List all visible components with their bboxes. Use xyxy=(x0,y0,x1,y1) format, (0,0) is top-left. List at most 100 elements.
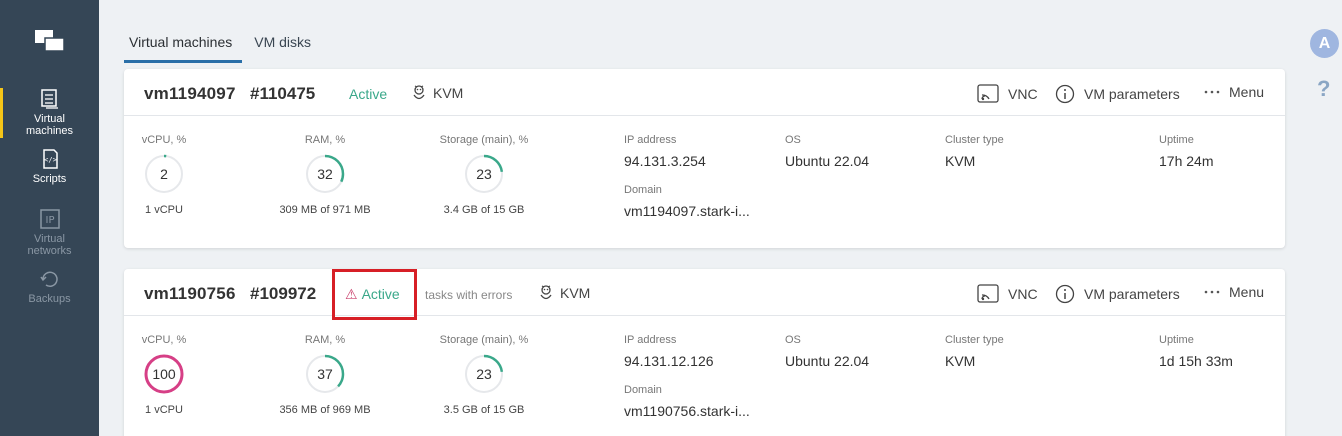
scripts-icon: </> xyxy=(42,149,58,169)
storage-value: 23 xyxy=(476,366,492,382)
uptime-label: Uptime xyxy=(1159,334,1194,346)
vnc-button[interactable]: VNC xyxy=(977,84,1038,104)
vcpu-metric: vCPU, % 100 1 vCPU xyxy=(124,334,204,416)
vm-parameters-button[interactable]: VM parameters xyxy=(1055,284,1180,304)
tasks-errors-note[interactable]: tasks with errors xyxy=(425,288,512,302)
vm-parameters-label: VM parameters xyxy=(1084,86,1180,102)
uptime-label: Uptime xyxy=(1159,134,1194,146)
uptime-value: 17h 24m xyxy=(1159,153,1214,169)
storage-usage: 3.4 GB of 15 GB xyxy=(443,204,525,216)
sidebar-item-virtual-networks[interactable]: IP Virtual networks xyxy=(0,208,99,257)
vm-card: vm1190756 #109972 ⚠ Active tasks with err… xyxy=(124,269,1285,436)
ip-info: IP address 94.131.12.126 xyxy=(624,334,714,369)
vnc-button[interactable]: VNC xyxy=(977,284,1038,304)
menu-label: Menu xyxy=(1229,284,1265,300)
vcpu-metric: vCPU, % 2 1 vCPU xyxy=(124,134,204,216)
cluster-label: Cluster type xyxy=(945,334,1004,346)
ram-value: 37 xyxy=(317,366,333,382)
vm-card: vm1194097 #110475 Active KVM VNC VM para… xyxy=(124,69,1285,248)
info-icon xyxy=(1055,84,1075,104)
ram-metric: RAM, % 32 309 MB of 971 MB xyxy=(264,134,386,216)
backups-icon xyxy=(39,271,58,287)
help-icon[interactable]: ? xyxy=(1317,76,1330,102)
more-icon xyxy=(1204,90,1220,94)
domain-label: Domain xyxy=(624,384,662,396)
uptime-info: Uptime 17h 24m xyxy=(1159,134,1213,169)
vm-parameters-button[interactable]: VM parameters xyxy=(1055,84,1180,104)
app-logo[interactable] xyxy=(35,30,65,52)
vcpu-count: 1 vCPU xyxy=(145,404,183,416)
storage-metric: Storage (main), % 23 3.4 GB of 15 GB xyxy=(424,134,544,216)
sidebar-label: networks xyxy=(27,245,72,257)
domain-value[interactable]: vm1190756.stark-i... xyxy=(624,403,750,419)
vcpu-label: vCPU, % xyxy=(141,134,187,146)
os-value: Ubuntu 22.04 xyxy=(785,353,870,369)
kvm-icon xyxy=(540,285,552,300)
sidebar-label: Scripts xyxy=(32,173,67,185)
vcpu-value: 100 xyxy=(152,366,176,382)
vcpu-gauge: 100 xyxy=(144,354,184,394)
cluster-value: KVM xyxy=(945,153,976,169)
ip-icon: IP xyxy=(39,209,60,229)
more-icon xyxy=(1204,290,1220,294)
storage-usage: 3.5 GB of 15 GB xyxy=(443,404,525,416)
highlight-box xyxy=(332,269,417,320)
os-label: OS xyxy=(785,334,801,346)
vm-name[interactable]: vm1190756 xyxy=(144,284,236,304)
virtualization-label: KVM xyxy=(433,85,464,101)
os-value: Ubuntu 22.04 xyxy=(785,153,870,169)
cluster-info: Cluster type KVM xyxy=(945,334,1004,369)
vcpu-value: 2 xyxy=(160,166,168,182)
vcpu-gauge: 2 xyxy=(144,154,184,194)
menu-button[interactable]: Menu xyxy=(1204,84,1264,100)
ram-label: RAM, % xyxy=(304,134,346,146)
vm-name[interactable]: vm1194097 xyxy=(144,84,236,104)
cluster-label: Cluster type xyxy=(945,134,1004,146)
ram-gauge: 37 xyxy=(305,354,345,394)
tab-virtual-machines[interactable]: Virtual machines xyxy=(123,34,243,63)
virtualization-type: KVM xyxy=(410,83,463,103)
ip-value[interactable]: 94.131.3.254 xyxy=(624,153,706,169)
tabs: Virtual machines VM disks xyxy=(123,34,333,63)
ip-label: IP address xyxy=(624,334,677,346)
vm-id: #109972 xyxy=(250,284,317,303)
domain-info: Domain vm1190756.stark-i... xyxy=(624,384,750,419)
menu-button[interactable]: Menu xyxy=(1204,284,1264,300)
sidebar-item-virtual-machines[interactable]: Virtual machines xyxy=(0,88,99,138)
virtualization-type: KVM xyxy=(537,283,590,303)
avatar[interactable]: A xyxy=(1310,29,1339,58)
svg-text:</>: </> xyxy=(44,156,57,164)
ram-value: 32 xyxy=(317,166,333,182)
sidebar-item-scripts[interactable]: </> Scripts xyxy=(0,148,99,185)
vm-card-header: vm1194097 #110475 Active KVM VNC VM para… xyxy=(124,69,1285,116)
cluster-info: Cluster type KVM xyxy=(945,134,1004,169)
vm-parameters-label: VM parameters xyxy=(1084,286,1180,302)
ip-value[interactable]: 94.131.12.126 xyxy=(624,353,714,369)
ram-metric: RAM, % 37 356 MB of 969 MB xyxy=(264,334,386,416)
ram-label: RAM, % xyxy=(304,334,346,346)
sidebar-label: Virtual xyxy=(34,233,65,245)
uptime-info: Uptime 1d 15h 33m xyxy=(1159,334,1233,369)
menu-label: Menu xyxy=(1229,84,1265,100)
ip-label: IP address xyxy=(624,134,677,146)
sidebar-label: Backups xyxy=(28,293,71,305)
tab-vm-disks[interactable]: VM disks xyxy=(254,34,311,63)
status-badge: Active xyxy=(349,86,388,102)
ram-gauge: 32 xyxy=(305,154,345,194)
vnc-label: VNC xyxy=(1008,286,1038,302)
sidebar: Virtual machines </> Scripts IP Virtual … xyxy=(0,0,99,436)
storage-label: Storage (main), % xyxy=(439,334,529,346)
vcpu-label: vCPU, % xyxy=(141,334,187,346)
vm-id: #110475 xyxy=(250,84,316,103)
os-info: OS Ubuntu 22.04 xyxy=(785,334,869,369)
ram-usage: 356 MB of 969 MB xyxy=(279,404,371,416)
vnc-icon xyxy=(977,84,999,103)
sidebar-item-backups[interactable]: Backups xyxy=(0,268,99,305)
uptime-value: 1d 15h 33m xyxy=(1159,353,1233,369)
storage-label: Storage (main), % xyxy=(439,134,529,146)
domain-value[interactable]: vm1194097.stark-i... xyxy=(624,203,750,219)
os-label: OS xyxy=(785,134,801,146)
kvm-icon xyxy=(413,85,425,100)
domain-label: Domain xyxy=(624,184,662,196)
vnc-label: VNC xyxy=(1008,86,1038,102)
